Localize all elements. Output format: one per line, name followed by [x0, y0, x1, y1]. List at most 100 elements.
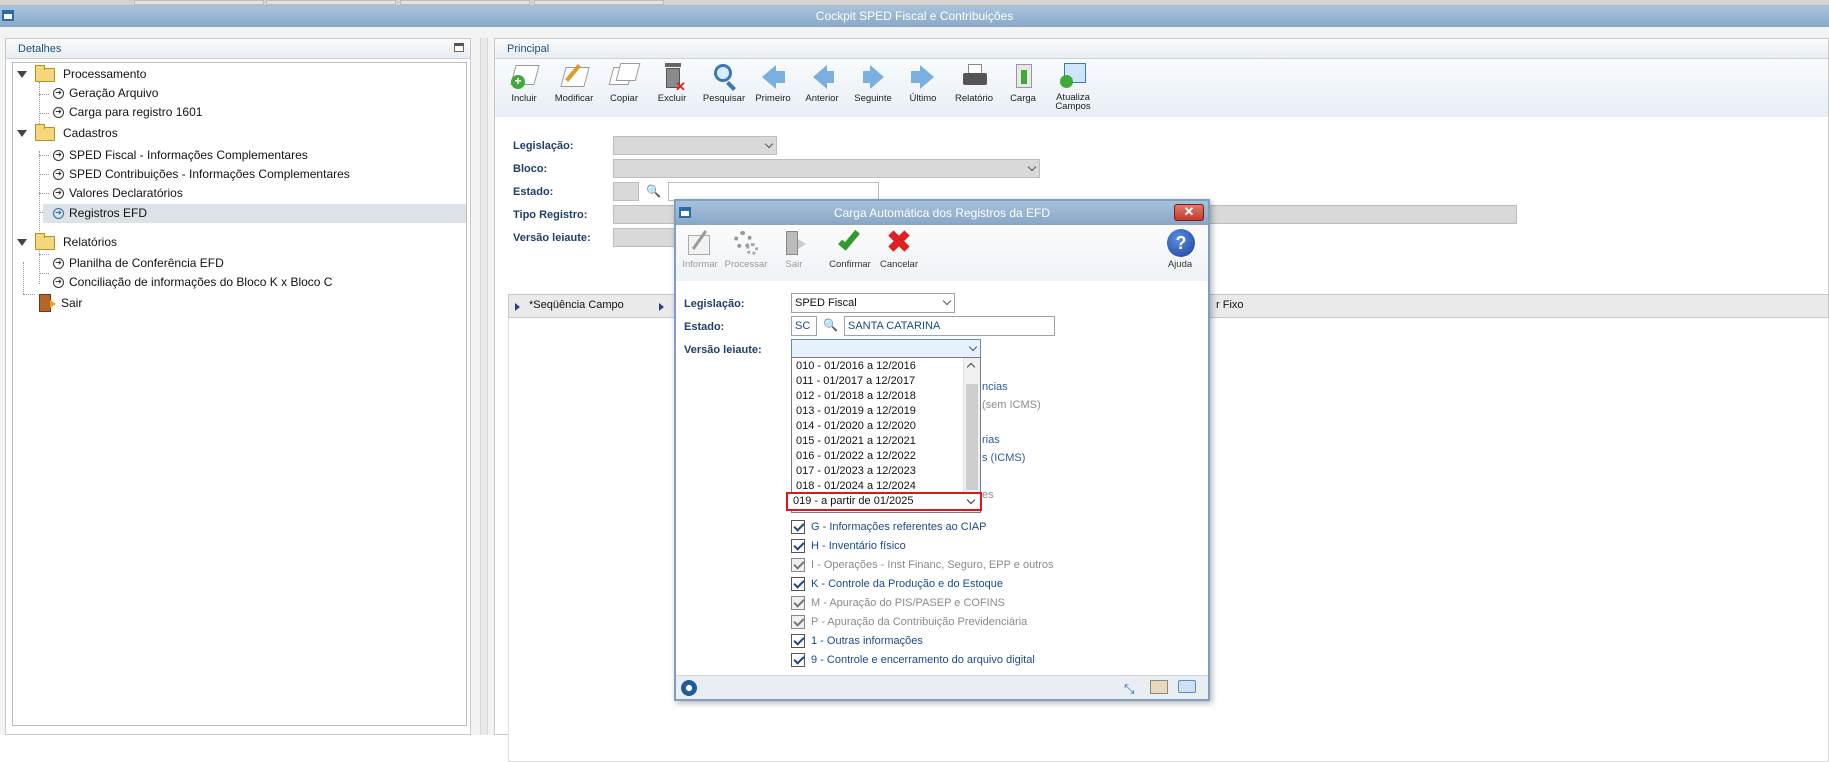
versao-leiaute-label: Versão leiaute:	[513, 232, 591, 244]
panel-splitter[interactable]	[480, 38, 488, 735]
chevron-down-icon[interactable]	[966, 495, 976, 505]
excluir-button[interactable]: ✕ Excluir	[652, 61, 692, 104]
last-arrow-icon	[908, 61, 938, 91]
pesquisar-button[interactable]: Pesquisar	[700, 61, 748, 104]
minimize-icon[interactable]	[454, 43, 464, 52]
details-panel-title: Detalhes	[18, 43, 62, 55]
collapse-triangle-icon[interactable]	[17, 71, 27, 78]
status-icon[interactable]	[681, 680, 697, 696]
versao-option[interactable]: 011 - 01/2017 a 12/2017	[796, 374, 915, 389]
exit-door-icon	[778, 227, 810, 259]
cancelar-button[interactable]: ✖ Cancelar	[876, 226, 922, 271]
app-title: Cockpit SPED Fiscal e Contribuições	[815, 9, 1014, 23]
magnifier-icon	[709, 61, 739, 91]
details-panel: Detalhes Processamento ➜ Geração Arquivo…	[5, 38, 471, 735]
arrow-circle-icon: ➜	[53, 188, 64, 199]
previous-arrow-icon	[807, 61, 837, 91]
tipo-registro-desc-field	[1200, 205, 1517, 224]
printer-icon	[959, 61, 989, 91]
expand-icon[interactable]: ⤡	[1124, 681, 1134, 697]
checkmark-icon	[834, 227, 866, 259]
versao-dropdown-list: 010 - 01/2016 a 12/2016 011 - 01/2017 a …	[791, 357, 981, 513]
red-x-icon: ✖	[886, 226, 912, 259]
estado-code-field[interactable]	[613, 182, 639, 201]
tree-label: Carga para registro 1601	[69, 105, 203, 119]
ultimo-button[interactable]: Último	[903, 61, 943, 104]
versao-option[interactable]: 015 - 01/2021 a 12/2021	[796, 434, 916, 449]
checkbox-label: 9 - Controle e encerramento do arquivo d…	[811, 654, 1035, 666]
copiar-label: Copiar	[610, 93, 638, 104]
tree-label: SPED Fiscal - Informações Complementares	[69, 148, 308, 162]
checkbox-label: I - Operações - Inst Financ, Seguro, EPP…	[811, 559, 1054, 571]
main-toolbar	[495, 59, 1828, 117]
primeiro-label: Primeiro	[755, 93, 791, 104]
relatorio-button[interactable]: Relatório	[951, 61, 997, 104]
versao-option[interactable]: 017 - 01/2023 a 12/2023	[796, 464, 916, 479]
chat-icon[interactable]	[1178, 680, 1196, 693]
collapse-triangle-icon[interactable]	[17, 130, 27, 137]
copiar-button[interactable]: Copiar	[603, 61, 645, 104]
estado-name-value: SANTA CATARINA	[848, 320, 941, 332]
ajuda-button[interactable]: ? Ajuda	[1162, 227, 1198, 270]
carga-button[interactable]: Carga	[1003, 61, 1043, 104]
versao-option[interactable]: 010 - 01/2016 a 12/2016	[796, 359, 916, 374]
versao-option[interactable]: 013 - 01/2019 a 12/2019	[796, 404, 916, 419]
grid-col-sequencia[interactable]: *Seqüência Campo	[529, 299, 624, 311]
exit-arrow-icon	[50, 300, 56, 308]
dialog-title-bar: Carga Automática dos Registros da EFD ✕	[676, 201, 1208, 225]
search-icon[interactable]: 🔍	[823, 318, 838, 332]
versao-option[interactable]: 014 - 01/2020 a 12/2020	[796, 419, 916, 434]
confirmar-button[interactable]: Confirmar	[826, 227, 874, 270]
arrow-circle-icon: ➜	[53, 277, 64, 288]
anterior-button[interactable]: Anterior	[801, 61, 843, 104]
atualiza-campos-button[interactable]: Atualiza Campos	[1049, 61, 1097, 111]
collapse-triangle-icon[interactable]	[17, 239, 27, 246]
next-arrow-icon	[858, 61, 888, 91]
sair-button[interactable]: Sair	[776, 227, 812, 270]
copy-document-icon	[608, 61, 641, 91]
scroll-up-icon[interactable]	[966, 362, 976, 372]
folder-icon	[35, 65, 55, 82]
modificar-button[interactable]: Modificar	[551, 61, 597, 104]
scroll-thumb[interactable]	[966, 384, 978, 490]
gears-icon	[730, 227, 762, 259]
tree-label: Planilha de Conferência EFD	[69, 256, 224, 270]
seguinte-button[interactable]: Seguinte	[851, 61, 895, 104]
versao-option-selected[interactable]: 019 - a partir de 01/2025	[786, 492, 982, 511]
dialog-versao-label: Versão leiaute:	[684, 344, 762, 356]
hidden-block-text: s (ICMS)	[982, 452, 1026, 464]
processar-button[interactable]: Processar	[724, 227, 768, 270]
grid-col-fixo[interactable]: r Fixo	[1216, 299, 1244, 311]
campos-label: Campos	[1055, 101, 1091, 112]
dialog-estado-code[interactable]: SC	[791, 316, 817, 336]
dialog-estado-label: Estado:	[684, 321, 725, 333]
dialog-versao-select[interactable]	[791, 339, 981, 358]
pen-document-icon	[684, 227, 716, 259]
tree-label: Conciliação de informações do Bloco K x …	[69, 275, 333, 289]
excluir-label: Excluir	[657, 93, 687, 104]
search-icon[interactable]: 🔍	[646, 184, 661, 198]
first-arrow-icon	[758, 61, 788, 91]
selected-version-text: 019 - a partir de 01/2025	[793, 495, 914, 507]
edit-document-icon	[559, 61, 590, 91]
tree-label: Processamento	[63, 67, 147, 81]
tree-label: Registros EFD	[69, 206, 148, 220]
relatorio-label: Relatório	[954, 93, 994, 104]
primeiro-button[interactable]: Primeiro	[752, 61, 794, 104]
confirmar-label: Confirmar	[829, 259, 871, 270]
hidden-block-text: es	[982, 489, 994, 501]
legislacao-select[interactable]	[613, 136, 777, 155]
dropdown-scrollbar[interactable]	[963, 358, 980, 512]
ultimo-label: Último	[909, 93, 937, 104]
bloco-select[interactable]	[613, 159, 1040, 178]
close-icon[interactable]: ✕	[1174, 204, 1204, 221]
dialog-title: Carga Automática dos Registros da EFD	[833, 206, 1051, 220]
keyboard-icon[interactable]	[1150, 680, 1168, 694]
informar-button[interactable]: Informar	[681, 227, 719, 270]
checkbox-label: M - Apuração do PIS/PASEP e COFINS	[811, 597, 1006, 609]
versao-option[interactable]: 016 - 01/2022 a 12/2022	[796, 449, 916, 464]
folder-icon	[35, 233, 55, 250]
dialog-legislacao-select[interactable]: SPED Fiscal	[791, 293, 955, 313]
versao-option[interactable]: 012 - 01/2018 a 12/2018	[796, 389, 916, 404]
incluir-button[interactable]: + Incluir	[502, 61, 546, 104]
